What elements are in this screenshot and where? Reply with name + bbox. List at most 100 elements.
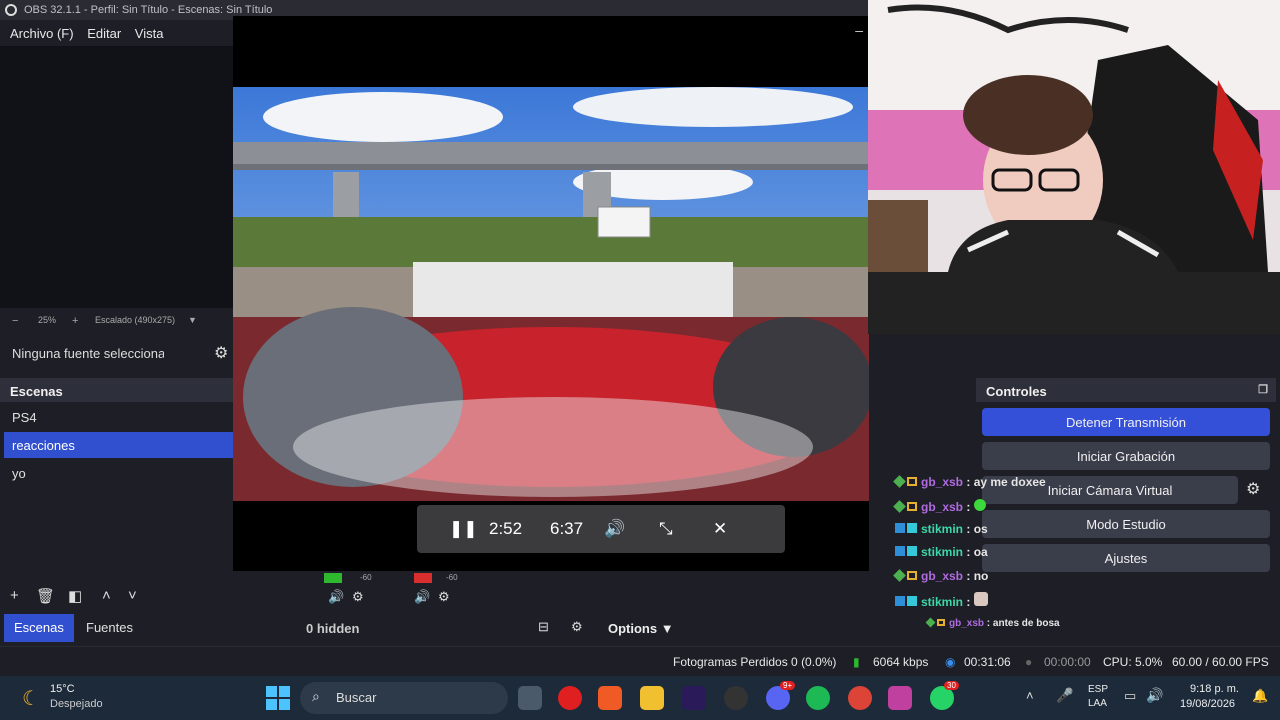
region[interactable]: LAA — [1088, 698, 1107, 709]
moon-icon[interactable]: ☾ — [22, 686, 40, 711]
badge-icon — [893, 475, 906, 488]
network-icon[interactable]: ▭ — [1124, 688, 1136, 704]
badge-icon — [907, 523, 917, 533]
controls-title: Controles — [986, 384, 1047, 399]
opera-icon[interactable] — [558, 686, 582, 710]
clock-time[interactable]: 9:18 p. m. — [1190, 683, 1239, 695]
fps-counter: 60.00 / 60.00 FPS — [1172, 655, 1269, 669]
chat-text: os — [973, 522, 988, 536]
app-icon[interactable] — [888, 686, 912, 710]
language[interactable]: ESP — [1088, 684, 1108, 695]
options-button[interactable]: Options ▼ — [608, 621, 674, 636]
filter-icon[interactable]: ◧ — [68, 587, 82, 605]
scene-item-ps4[interactable]: PS4 — [4, 404, 233, 430]
obs-icon[interactable] — [724, 686, 748, 710]
spotify-icon[interactable] — [806, 686, 830, 710]
pause-icon[interactable]: ❚❚ — [449, 519, 478, 539]
chat-message: gb_xsb : — [893, 499, 986, 514]
gear-icon[interactable]: ⚙ — [1246, 479, 1260, 499]
microphone-icon[interactable]: 🎤 — [1056, 687, 1073, 704]
tab-fuentes[interactable]: Fuentes — [76, 614, 143, 642]
taskbar-search[interactable]: ⌕ Buscar — [300, 682, 508, 714]
start-tile — [266, 699, 277, 710]
scene-label: reacciones — [12, 438, 75, 453]
stream-time: 00:31:06 — [964, 655, 1011, 669]
add-icon[interactable]: + — [10, 587, 19, 604]
weather-temp[interactable]: 15°C — [50, 683, 75, 695]
scene-item-yo[interactable]: yo — [4, 460, 233, 486]
chevron-down-icon[interactable]: ˅ — [128, 587, 137, 604]
clock-date[interactable]: 19/08/2026 — [1180, 698, 1235, 710]
media-controls: ❚❚ 2:52 6:37 🔊 ⤡ ✕ — [417, 505, 785, 553]
whatsapp-badge: 30 — [944, 681, 959, 690]
taskbar: ☾ 15°C Despejado ⌕ Buscar 9+ 30 ˄ 🎤 ESP … — [0, 676, 1280, 720]
volume-icon[interactable]: 🔊 — [1146, 687, 1163, 704]
chat-text: oa — [973, 545, 988, 559]
dock-tabs: Escenas Fuentes — [0, 614, 233, 642]
volume-icon[interactable]: 🔊 — [604, 519, 625, 539]
volume-icon[interactable]: 🔊 — [328, 589, 344, 605]
video-frame[interactable] — [233, 87, 869, 501]
emote-icon — [973, 499, 986, 511]
weather-desc[interactable]: Despejado — [50, 698, 103, 710]
badge-icon — [893, 569, 906, 582]
chat-user: gb_xsb — [921, 475, 964, 489]
volume-icon[interactable]: 🔊 — [414, 589, 430, 605]
stop-stream-button[interactable]: Detener Transmisión — [982, 408, 1270, 436]
task-view-icon[interactable] — [518, 686, 542, 710]
chat-message: stikmin : os — [895, 522, 988, 536]
db-label: -60 — [446, 573, 458, 582]
menu-vista[interactable]: Vista — [125, 22, 164, 41]
start-recording-button[interactable]: Iniciar Grabación — [982, 442, 1270, 470]
record-time: 00:00:00 — [1044, 655, 1091, 669]
zoom-bar: − 25% + Escalado (490x275) ▼ — [0, 312, 233, 330]
notifications-icon[interactable]: 🔔 — [1252, 688, 1268, 704]
menu-editar[interactable]: Editar — [77, 22, 121, 41]
menu-archivo[interactable]: Archivo (F) — [0, 22, 74, 41]
settings-icon[interactable]: ⚙ — [571, 619, 583, 635]
start-tile — [279, 699, 290, 710]
chat-overlay: gb_xsb : ay me doxee gb_xsb : stikmin : … — [893, 472, 1095, 642]
options-label: Options — [608, 621, 658, 636]
gear-icon[interactable]: ⚙ — [352, 589, 364, 605]
tab-escenas[interactable]: Escenas — [4, 614, 74, 642]
chevron-down-icon[interactable]: ▼ — [188, 315, 197, 325]
trash-icon[interactable]: 🗑 — [36, 587, 55, 605]
minimize-icon[interactable]: – — [855, 22, 863, 38]
controls-panel-header: Controles ❐ — [976, 378, 1276, 402]
scaling-label: Escalado (490x275) — [95, 315, 176, 325]
zoom-out-button[interactable]: − — [12, 315, 18, 327]
dropped-frames: Fotogramas Perdidos 0 (0.0%) — [673, 655, 837, 669]
search-placeholder: Buscar — [336, 690, 377, 705]
chevron-up-icon[interactable]: ˄ — [1026, 688, 1034, 703]
record-icon: ● — [1025, 655, 1033, 669]
badge-icon — [907, 596, 917, 606]
folder-icon[interactable] — [640, 686, 664, 710]
video-image — [233, 87, 869, 501]
duration-time: 6:37 — [550, 519, 584, 538]
no-source-label: Ninguna fuente seleccionada — [12, 346, 164, 361]
undock-icon[interactable]: ❐ — [1258, 383, 1268, 396]
gear-icon[interactable]: ⚙ — [214, 343, 228, 363]
obs-logo-icon — [5, 4, 17, 16]
premiere-icon[interactable] — [682, 686, 706, 710]
bitrate: 6064 kbps — [873, 655, 929, 669]
exit-fullscreen-icon[interactable]: ⤡ — [659, 519, 673, 539]
chat-message: gb_xsb : no — [893, 569, 988, 583]
badge-icon — [925, 617, 936, 628]
zoom-in-button[interactable]: + — [72, 315, 78, 327]
gear-icon[interactable]: ⚙ — [438, 589, 450, 605]
scene-item-reacciones[interactable]: reacciones — [4, 432, 233, 458]
layout-icon[interactable]: ⊟ — [538, 619, 549, 635]
badge-icon — [895, 546, 905, 556]
start-tile — [279, 686, 290, 697]
badge-icon — [895, 596, 905, 606]
chat-text: antes de bosa — [992, 618, 1060, 629]
windows-start-icon[interactable] — [266, 686, 290, 710]
chevron-up-icon[interactable]: ˄ — [102, 587, 111, 604]
search-icon: ⌕ — [312, 688, 320, 704]
chrome-icon[interactable] — [848, 686, 872, 710]
meter-right — [414, 573, 432, 583]
brave-icon[interactable] — [598, 686, 622, 710]
close-icon[interactable]: ✕ — [713, 519, 727, 539]
